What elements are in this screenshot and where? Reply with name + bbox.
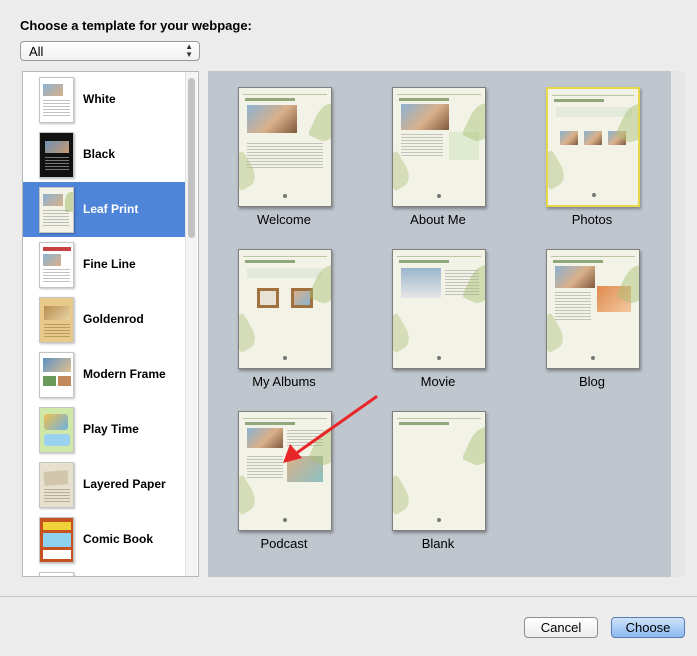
theme-list-scrollbar[interactable]: [185, 72, 197, 576]
theme-label: White: [83, 92, 116, 106]
template-thumbnail-blank[interactable]: [392, 411, 486, 531]
theme-thumbnail-play-time: [39, 407, 74, 453]
theme-label: Leaf Print: [83, 202, 139, 216]
template-label: Photos: [571, 212, 613, 227]
chevron-up-down-icon: ▲ ▼: [185, 42, 193, 59]
theme-label: Layered Paper: [83, 477, 166, 491]
template-thumbnail-blog[interactable]: [546, 249, 640, 369]
theme-item-goldenrod[interactable]: Goldenrod: [23, 292, 187, 347]
template-label: Podcast: [260, 536, 308, 551]
template-thumbnail-photos[interactable]: [546, 87, 640, 207]
theme-item-white[interactable]: White: [23, 72, 187, 127]
theme-label: Play Time: [83, 422, 139, 436]
theme-thumbnail-partial: [39, 572, 74, 576]
template-label: My Albums: [252, 374, 316, 389]
footer-divider: [0, 596, 697, 597]
theme-item-leaf-print[interactable]: Leaf Print: [23, 182, 187, 237]
theme-item-comic-book[interactable]: Comic Book: [23, 512, 187, 567]
theme-thumbnail-black: [39, 132, 74, 178]
filter-selected-value: All: [29, 44, 44, 59]
cancel-button[interactable]: Cancel: [524, 617, 598, 638]
theme-label: Comic Book: [83, 532, 154, 546]
theme-list[interactable]: White Black Leaf Print Fine Line Goldenr…: [22, 71, 199, 577]
theme-label: Black: [83, 147, 116, 161]
template-filter-select[interactable]: All ▲ ▼: [20, 41, 200, 61]
template-thumbnail-movie[interactable]: [392, 249, 486, 369]
template-thumbnail-my-albums[interactable]: [238, 249, 332, 369]
theme-list-scroll-thumb[interactable]: [188, 78, 195, 238]
theme-item-modern-frame[interactable]: Modern Frame: [23, 347, 187, 402]
dialog-title: Choose a template for your webpage:: [20, 18, 252, 33]
theme-item-fine-line[interactable]: Fine Line: [23, 237, 187, 292]
theme-thumbnail-comic-book: [39, 517, 74, 563]
choose-button[interactable]: Choose: [611, 617, 685, 638]
template-thumbnail-podcast[interactable]: [238, 411, 332, 531]
theme-label: Goldenrod: [83, 312, 144, 326]
theme-label: Modern Frame: [83, 367, 166, 381]
theme-item-partial[interactable]: [23, 567, 187, 576]
theme-thumbnail-leaf-print: [39, 187, 74, 233]
theme-item-layered-paper[interactable]: Layered Paper: [23, 457, 187, 512]
template-label: Blog: [578, 374, 606, 389]
theme-thumbnail-layered-paper: [39, 462, 74, 508]
theme-item-black[interactable]: Black: [23, 127, 187, 182]
template-label: About Me: [410, 212, 466, 227]
theme-label: Fine Line: [83, 257, 136, 271]
template-label: Welcome: [257, 212, 311, 227]
theme-thumbnail-goldenrod: [39, 297, 74, 343]
template-label: Movie: [420, 374, 456, 389]
template-label: Blank: [421, 536, 455, 551]
theme-thumbnail-white: [39, 77, 74, 123]
theme-thumbnail-fine-line: [39, 242, 74, 288]
template-thumbnail-welcome[interactable]: [238, 87, 332, 207]
template-thumbnail-about-me[interactable]: [392, 87, 486, 207]
template-grid-scrollbar[interactable]: [671, 71, 685, 577]
theme-item-play-time[interactable]: Play Time: [23, 402, 187, 457]
theme-thumbnail-modern-frame: [39, 352, 74, 398]
